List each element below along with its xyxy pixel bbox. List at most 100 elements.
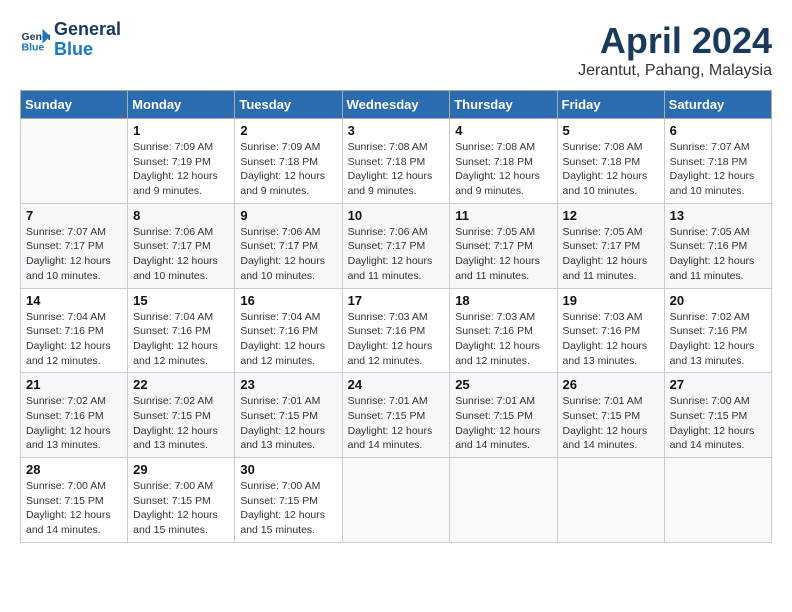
calendar-cell (664, 458, 771, 543)
day-info: Sunrise: 7:05 AM Sunset: 7:17 PM Dayligh… (455, 225, 551, 284)
calendar-table: SundayMondayTuesdayWednesdayThursdayFrid… (20, 90, 772, 543)
calendar-cell: 30 Sunrise: 7:00 AM Sunset: 7:15 PM Dayli… (235, 458, 342, 543)
calendar-cell: 16 Sunrise: 7:04 AM Sunset: 7:16 PM Dayli… (235, 288, 342, 373)
calendar-cell: 9 Sunrise: 7:06 AM Sunset: 7:17 PM Daylig… (235, 203, 342, 288)
calendar-cell: 13 Sunrise: 7:05 AM Sunset: 7:16 PM Dayli… (664, 203, 771, 288)
title-block: April 2024 Jerantut, Pahang, Malaysia (578, 20, 772, 80)
day-number: 24 (348, 377, 445, 392)
calendar-cell: 29Sunrise: 7:00 AM Sunset: 7:15 PM Dayli… (128, 458, 235, 543)
calendar-cell (450, 458, 557, 543)
day-number: 4 (455, 123, 551, 138)
day-number: 5 (563, 123, 659, 138)
calendar-cell: 17 Sunrise: 7:03 AM Sunset: 7:16 PM Dayli… (342, 288, 450, 373)
weekday-header-wednesday: Wednesday (342, 91, 450, 119)
calendar-cell (557, 458, 664, 543)
calendar-cell: 20 Sunrise: 7:02 AM Sunset: 7:16 PM Dayli… (664, 288, 771, 373)
day-number: 1 (133, 123, 229, 138)
day-number: 23 (240, 377, 336, 392)
day-info: Sunrise: 7:00 AM Sunset: 7:15 PM Dayligh… (670, 394, 766, 453)
calendar-week-row: 21Sunrise: 7:02 AM Sunset: 7:16 PM Dayli… (21, 373, 772, 458)
day-info: Sunrise: 7:01 AM Sunset: 7:15 PM Dayligh… (563, 394, 659, 453)
day-number: 15 (133, 293, 229, 308)
calendar-cell: 6Sunrise: 7:07 AM Sunset: 7:18 PM Daylig… (664, 119, 771, 204)
calendar-cell (342, 458, 450, 543)
day-info: Sunrise: 7:04 AM Sunset: 7:16 PM Dayligh… (240, 310, 336, 369)
calendar-cell: 27 Sunrise: 7:00 AM Sunset: 7:15 PM Dayli… (664, 373, 771, 458)
day-number: 2 (240, 123, 336, 138)
month-title: April 2024 (578, 20, 772, 62)
day-number: 22 (133, 377, 229, 392)
calendar-cell: 11 Sunrise: 7:05 AM Sunset: 7:17 PM Dayli… (450, 203, 557, 288)
weekday-header-tuesday: Tuesday (235, 91, 342, 119)
day-number: 6 (670, 123, 766, 138)
day-info: Sunrise: 7:01 AM Sunset: 7:15 PM Dayligh… (348, 394, 445, 453)
day-info: Sunrise: 7:06 AM Sunset: 7:17 PM Dayligh… (133, 225, 229, 284)
logo-icon: General Blue (20, 25, 50, 55)
calendar-cell: 5 Sunrise: 7:08 AM Sunset: 7:18 PM Daylig… (557, 119, 664, 204)
calendar-cell: 23 Sunrise: 7:01 AM Sunset: 7:15 PM Dayli… (235, 373, 342, 458)
day-number: 3 (348, 123, 445, 138)
weekday-header-sunday: Sunday (21, 91, 128, 119)
day-info: Sunrise: 7:03 AM Sunset: 7:16 PM Dayligh… (348, 310, 445, 369)
day-number: 10 (348, 208, 445, 223)
calendar-cell: 14Sunrise: 7:04 AM Sunset: 7:16 PM Dayli… (21, 288, 128, 373)
weekday-header-saturday: Saturday (664, 91, 771, 119)
calendar-cell: 22Sunrise: 7:02 AM Sunset: 7:15 PM Dayli… (128, 373, 235, 458)
calendar-cell: 2 Sunrise: 7:09 AM Sunset: 7:18 PM Daylig… (235, 119, 342, 204)
calendar-week-row: 28 Sunrise: 7:00 AM Sunset: 7:15 PM Dayli… (21, 458, 772, 543)
page-header: General Blue GeneralBlue April 2024 Jera… (20, 20, 772, 80)
location-title: Jerantut, Pahang, Malaysia (578, 62, 772, 80)
day-info: Sunrise: 7:04 AM Sunset: 7:16 PM Dayligh… (26, 310, 122, 369)
calendar-cell: 26 Sunrise: 7:01 AM Sunset: 7:15 PM Dayli… (557, 373, 664, 458)
day-info: Sunrise: 7:01 AM Sunset: 7:15 PM Dayligh… (240, 394, 336, 453)
weekday-header-thursday: Thursday (450, 91, 557, 119)
day-number: 18 (455, 293, 551, 308)
day-number: 28 (26, 462, 122, 477)
day-number: 11 (455, 208, 551, 223)
calendar-week-row: 14Sunrise: 7:04 AM Sunset: 7:16 PM Dayli… (21, 288, 772, 373)
day-info: Sunrise: 7:08 AM Sunset: 7:18 PM Dayligh… (563, 140, 659, 199)
day-info: Sunrise: 7:02 AM Sunset: 7:16 PM Dayligh… (26, 394, 122, 453)
calendar-cell: 3Sunrise: 7:08 AM Sunset: 7:18 PM Daylig… (342, 119, 450, 204)
day-info: Sunrise: 7:08 AM Sunset: 7:18 PM Dayligh… (455, 140, 551, 199)
day-info: Sunrise: 7:06 AM Sunset: 7:17 PM Dayligh… (240, 225, 336, 284)
calendar-cell: 19Sunrise: 7:03 AM Sunset: 7:16 PM Dayli… (557, 288, 664, 373)
calendar-week-row: 7 Sunrise: 7:07 AM Sunset: 7:17 PM Daylig… (21, 203, 772, 288)
day-info: Sunrise: 7:09 AM Sunset: 7:18 PM Dayligh… (240, 140, 336, 199)
day-info: Sunrise: 7:00 AM Sunset: 7:15 PM Dayligh… (240, 479, 336, 538)
calendar-cell: 1Sunrise: 7:09 AM Sunset: 7:19 PM Daylig… (128, 119, 235, 204)
day-info: Sunrise: 7:02 AM Sunset: 7:16 PM Dayligh… (670, 310, 766, 369)
logo: General Blue GeneralBlue (20, 20, 121, 60)
day-number: 8 (133, 208, 229, 223)
day-number: 19 (563, 293, 659, 308)
day-number: 27 (670, 377, 766, 392)
calendar-cell (21, 119, 128, 204)
calendar-cell: 7 Sunrise: 7:07 AM Sunset: 7:17 PM Daylig… (21, 203, 128, 288)
calendar-week-row: 1Sunrise: 7:09 AM Sunset: 7:19 PM Daylig… (21, 119, 772, 204)
day-info: Sunrise: 7:03 AM Sunset: 7:16 PM Dayligh… (455, 310, 551, 369)
day-number: 16 (240, 293, 336, 308)
day-number: 20 (670, 293, 766, 308)
weekday-header-monday: Monday (128, 91, 235, 119)
day-number: 12 (563, 208, 659, 223)
calendar-cell: 25 Sunrise: 7:01 AM Sunset: 7:15 PM Dayli… (450, 373, 557, 458)
calendar-cell: 18 Sunrise: 7:03 AM Sunset: 7:16 PM Dayli… (450, 288, 557, 373)
calendar-cell: 28 Sunrise: 7:00 AM Sunset: 7:15 PM Dayli… (21, 458, 128, 543)
day-info: Sunrise: 7:01 AM Sunset: 7:15 PM Dayligh… (455, 394, 551, 453)
day-number: 7 (26, 208, 122, 223)
day-number: 30 (240, 462, 336, 477)
calendar-cell: 10Sunrise: 7:06 AM Sunset: 7:17 PM Dayli… (342, 203, 450, 288)
calendar-cell: 12Sunrise: 7:05 AM Sunset: 7:17 PM Dayli… (557, 203, 664, 288)
day-info: Sunrise: 7:07 AM Sunset: 7:17 PM Dayligh… (26, 225, 122, 284)
weekday-header-row: SundayMondayTuesdayWednesdayThursdayFrid… (21, 91, 772, 119)
day-number: 17 (348, 293, 445, 308)
day-number: 13 (670, 208, 766, 223)
day-number: 25 (455, 377, 551, 392)
day-number: 9 (240, 208, 336, 223)
day-info: Sunrise: 7:00 AM Sunset: 7:15 PM Dayligh… (26, 479, 122, 538)
calendar-cell: 8 Sunrise: 7:06 AM Sunset: 7:17 PM Daylig… (128, 203, 235, 288)
calendar-cell: 4 Sunrise: 7:08 AM Sunset: 7:18 PM Daylig… (450, 119, 557, 204)
day-info: Sunrise: 7:05 AM Sunset: 7:16 PM Dayligh… (670, 225, 766, 284)
day-number: 29 (133, 462, 229, 477)
day-number: 26 (563, 377, 659, 392)
